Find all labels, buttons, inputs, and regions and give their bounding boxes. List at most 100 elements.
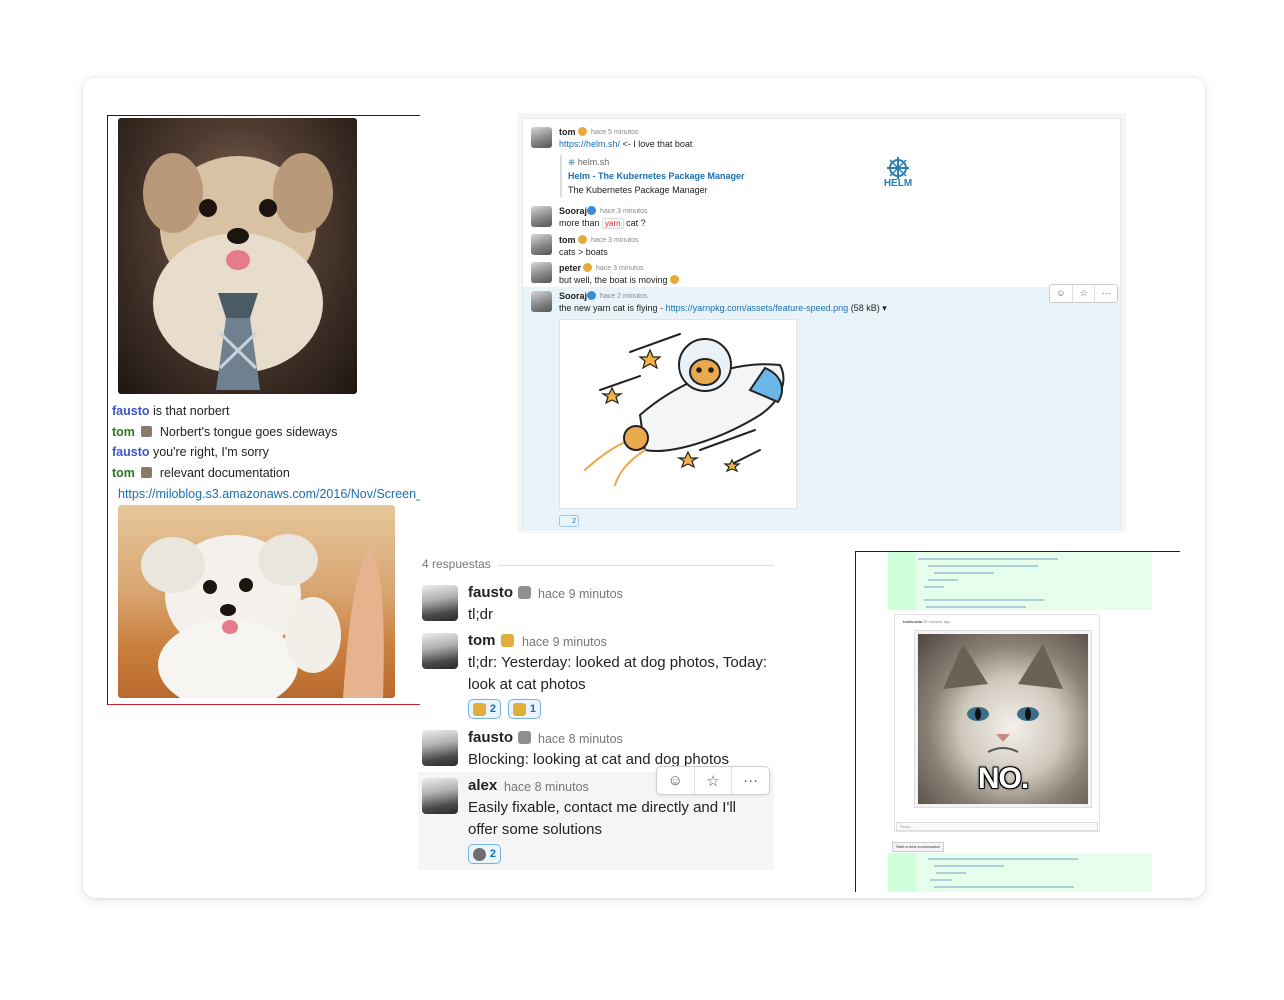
- top-chat-panel: tom hace 5 minutos https://helm.sh/ <- I…: [517, 113, 1126, 533]
- avatar[interactable]: [422, 585, 458, 621]
- avatar[interactable]: [422, 633, 458, 669]
- reply-placeholder: Reply...: [900, 824, 914, 829]
- more-actions-icon[interactable]: ···: [732, 767, 769, 794]
- unfurl-bar: [560, 155, 562, 197]
- yarn-cat-rocket-image[interactable]: [559, 319, 797, 509]
- avatar[interactable]: [531, 234, 552, 255]
- timestamp[interactable]: hace 3 minutos: [600, 208, 647, 215]
- username[interactable]: fausto: [468, 729, 513, 746]
- username[interactable]: fausto: [112, 445, 150, 459]
- helm-logo-text: HELM: [884, 178, 912, 189]
- message-text: look at cat photos: [468, 676, 586, 693]
- username[interactable]: tom: [559, 235, 576, 245]
- avatar[interactable]: [422, 730, 458, 766]
- start-conversation-button[interactable]: Start a new conversation: [892, 842, 945, 852]
- star-icon[interactable]: ☆: [695, 767, 733, 794]
- message-text: the new yarn cat is flying - https://yar…: [559, 303, 887, 314]
- replies-count: 4 respuestas: [422, 557, 491, 571]
- left-message: fausto you're right, I'm sorry: [112, 445, 269, 459]
- reaction-face[interactable]: 2: [468, 844, 501, 864]
- username[interactable]: tom: [468, 632, 496, 649]
- message-text: relevant documentation: [159, 466, 290, 480]
- helm-logo-icon[interactable]: HELM: [878, 155, 918, 195]
- comment-author-name: tomkcuda: [903, 619, 922, 624]
- reply-input[interactable]: Reply...: [896, 822, 1098, 831]
- diff-block-top: [888, 552, 1152, 610]
- username[interactable]: tom: [112, 425, 135, 439]
- status-globe-icon: [587, 291, 596, 301]
- timestamp[interactable]: hace 5 minutos: [591, 129, 638, 136]
- timestamp[interactable]: hace 3 minutos: [596, 265, 643, 272]
- username[interactable]: Sooraj: [559, 291, 587, 301]
- timestamp[interactable]: hace 9 minutos: [522, 635, 607, 649]
- code-review-panel: tomkcuda 35 minutes ago NO. Reply... Sta…: [855, 551, 1180, 892]
- message-link[interactable]: https://yarnpkg.com/assets/feature-speed…: [666, 303, 849, 313]
- chat-window: tom hace 5 minutos https://helm.sh/ <- I…: [522, 118, 1121, 530]
- reaction-count: 1: [529, 703, 536, 715]
- unfurl-site: ⎈ helm.sh: [568, 157, 609, 168]
- left-message: fausto is that norbert: [112, 404, 229, 418]
- smile-emoji-icon: [670, 275, 680, 284]
- face-emoji-icon: [473, 847, 486, 861]
- username[interactable]: fausto: [112, 404, 150, 418]
- message-body: more than: [559, 218, 600, 228]
- meme-caption: NO.: [977, 762, 1029, 795]
- dog-photo-highfive[interactable]: [118, 505, 395, 698]
- username[interactable]: alex: [468, 777, 497, 794]
- helm-favicon-icon: ⎈: [568, 157, 576, 167]
- left-message: tom relevant documentation: [112, 466, 290, 480]
- status-icon: [501, 634, 514, 647]
- username[interactable]: tom: [559, 127, 576, 137]
- reaction-doge[interactable]: 2: [468, 699, 501, 719]
- message-body: the new yarn cat is flying -: [559, 303, 664, 313]
- avatar[interactable]: [422, 778, 458, 814]
- message-text: tl;dr: Yesterday: looked at dog photos, …: [468, 654, 768, 671]
- message-actions-toolbar: ☺ ☆ ···: [1049, 284, 1118, 303]
- message-link[interactable]: https://helm.sh/: [559, 139, 620, 149]
- timestamp[interactable]: hace 8 minutos: [538, 732, 623, 746]
- username[interactable]: peter: [559, 263, 581, 273]
- status-icon: [518, 731, 531, 744]
- diff-block-bottom: [888, 853, 1152, 892]
- timestamp[interactable]: hace 3 minutos: [591, 237, 638, 244]
- avatar[interactable]: [531, 127, 552, 148]
- reaction-count: 2: [489, 703, 496, 715]
- message-text: Easily fixable, contact me directly and …: [468, 799, 736, 816]
- comment-time: 35 minutes ago: [923, 619, 951, 624]
- left-message: tom Norbert's tongue goes sideways: [112, 425, 337, 439]
- avatar[interactable]: [531, 206, 552, 227]
- star-icon[interactable]: ☆: [1073, 285, 1096, 302]
- inline-code: yarn: [602, 218, 624, 229]
- left-chat-panel: fausto is that norbert tom Norbert's ton…: [107, 115, 420, 705]
- more-actions-icon[interactable]: ···: [1095, 285, 1117, 302]
- status-emoji-icon: [583, 263, 592, 273]
- add-reaction-icon[interactable]: ☺: [657, 767, 695, 794]
- message-text: offer some solutions: [468, 821, 602, 838]
- dog-photo-tie[interactable]: [118, 118, 357, 394]
- timestamp[interactable]: hace 9 minutos: [538, 587, 623, 601]
- dog-emoji-icon: [513, 702, 526, 716]
- reaction-dog[interactable]: 1: [508, 699, 541, 719]
- timestamp[interactable]: hace 8 minutos: [504, 780, 589, 794]
- message-text: is that norbert: [152, 404, 230, 418]
- unfurl-title[interactable]: Helm - The Kubernetes Package Manager: [568, 171, 745, 181]
- grumpy-cat-image[interactable]: NO.: [914, 630, 1092, 808]
- username[interactable]: Sooraj: [559, 206, 587, 216]
- avatar[interactable]: [531, 262, 552, 283]
- status-icon: [518, 586, 531, 599]
- avatar[interactable]: [531, 291, 552, 312]
- reaction-cat[interactable]: 2: [559, 515, 579, 527]
- timestamp[interactable]: hace 2 minutos: [600, 293, 647, 300]
- file-size[interactable]: (58 kB) ▾: [851, 303, 887, 313]
- message-text: but well, the boat is moving: [559, 275, 680, 285]
- comment-author[interactable]: tomkcuda 35 minutes ago: [903, 619, 950, 624]
- message-actions-toolbar: ☺ ☆ ···: [656, 766, 770, 795]
- add-reaction-icon[interactable]: ☺: [1050, 285, 1073, 302]
- image-link[interactable]: https://miloblog.s3.amazonaws.com/2016/N…: [118, 487, 420, 501]
- message-text: tl;dr: [468, 606, 494, 623]
- message-body: but well, the boat is moving: [559, 275, 668, 285]
- divider: [498, 565, 774, 566]
- username[interactable]: tom: [112, 466, 135, 480]
- username[interactable]: fausto: [468, 584, 513, 601]
- unfurl-desc: The Kubernetes Package Manager: [568, 185, 708, 195]
